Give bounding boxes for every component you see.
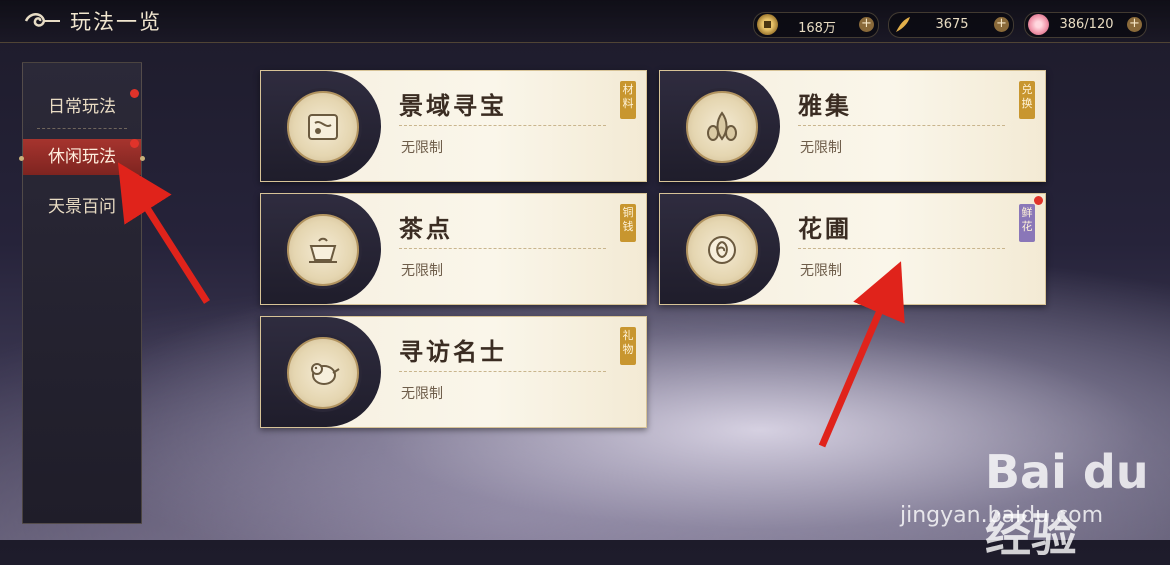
reward-tag: 礼物 xyxy=(620,327,636,365)
resource-value: 3675 xyxy=(935,17,969,32)
selection-dot xyxy=(19,156,24,161)
card-description: 无限制 xyxy=(401,263,443,279)
divider xyxy=(399,248,606,249)
selection-dot xyxy=(140,156,145,161)
feather-icon xyxy=(892,14,913,35)
rose-icon xyxy=(686,214,758,286)
annotation-arrow xyxy=(818,261,905,448)
resource-value: 168万 xyxy=(798,21,836,36)
coin-icon xyxy=(757,14,778,35)
card-description: 无限制 xyxy=(401,386,443,402)
annotation-arrow xyxy=(117,162,210,304)
sidebar-item-leisure[interactable]: 休闲玩法 xyxy=(19,139,145,175)
page-title: 玩法一览 xyxy=(70,10,162,34)
add-feathers-button[interactable]: + xyxy=(994,17,1009,32)
card-title: 茶点 xyxy=(399,214,453,243)
notification-dot xyxy=(130,139,139,148)
divider xyxy=(399,125,606,126)
sidebar-item-tianjing[interactable]: 天景百问 xyxy=(23,189,141,225)
card-title: 景域寻宝 xyxy=(399,91,507,120)
flower-icon xyxy=(1028,14,1049,35)
resource-feathers: 3675 + xyxy=(888,12,1014,38)
divider xyxy=(399,371,606,372)
bird-icon xyxy=(287,337,359,409)
activity-card[interactable]: 茶点 无限制 铜钱 xyxy=(260,193,647,305)
notification-dot xyxy=(1034,196,1043,205)
top-bar: 玩法一览 168万 + 3675 + 386/120 + xyxy=(0,0,1170,43)
activity-card[interactable]: 花圃 无限制 鲜花 xyxy=(659,193,1046,305)
reward-tag: 鲜花 xyxy=(1019,204,1035,242)
resource-value: 386/120 xyxy=(1059,17,1114,32)
card-title: 雅集 xyxy=(798,91,852,120)
card-title: 花圃 xyxy=(798,214,852,243)
vases-icon xyxy=(686,91,758,163)
resource-coins: 168万 + xyxy=(753,12,879,38)
reward-tag: 兑换 xyxy=(1019,81,1035,119)
card-description: 无限制 xyxy=(401,140,443,156)
back-swirl-icon[interactable] xyxy=(22,10,62,32)
sidebar-item-label: 休闲玩法 xyxy=(48,147,116,167)
scroll-map-icon xyxy=(287,91,359,163)
card-description: 无限制 xyxy=(800,263,842,279)
reward-tag: 材料 xyxy=(620,81,636,119)
sidebar-item-label: 天景百问 xyxy=(48,197,116,217)
activity-card[interactable]: 寻访名士 无限制 礼物 xyxy=(260,316,647,428)
activity-card[interactable]: 雅集 无限制 兑换 xyxy=(659,70,1046,182)
category-sidebar: 日常玩法 休闲玩法 天景百问 xyxy=(19,62,145,524)
activity-card[interactable]: 景域寻宝 无限制 材料 xyxy=(260,70,647,182)
sidebar-item-label: 日常玩法 xyxy=(48,97,116,117)
card-description: 无限制 xyxy=(800,140,842,156)
add-coins-button[interactable]: + xyxy=(859,17,874,32)
divider xyxy=(798,125,1005,126)
card-title: 寻访名士 xyxy=(399,337,507,366)
divider xyxy=(37,128,127,129)
resource-flowers: 386/120 + xyxy=(1024,12,1147,38)
reward-tag: 铜钱 xyxy=(620,204,636,242)
notification-dot xyxy=(130,89,139,98)
divider xyxy=(798,248,1005,249)
watermark-url: jingyan.baidu.com xyxy=(900,503,1104,528)
sidebar-item-daily[interactable]: 日常玩法 xyxy=(23,89,141,125)
add-flowers-button[interactable]: + xyxy=(1127,17,1142,32)
teacup-icon xyxy=(287,214,359,286)
